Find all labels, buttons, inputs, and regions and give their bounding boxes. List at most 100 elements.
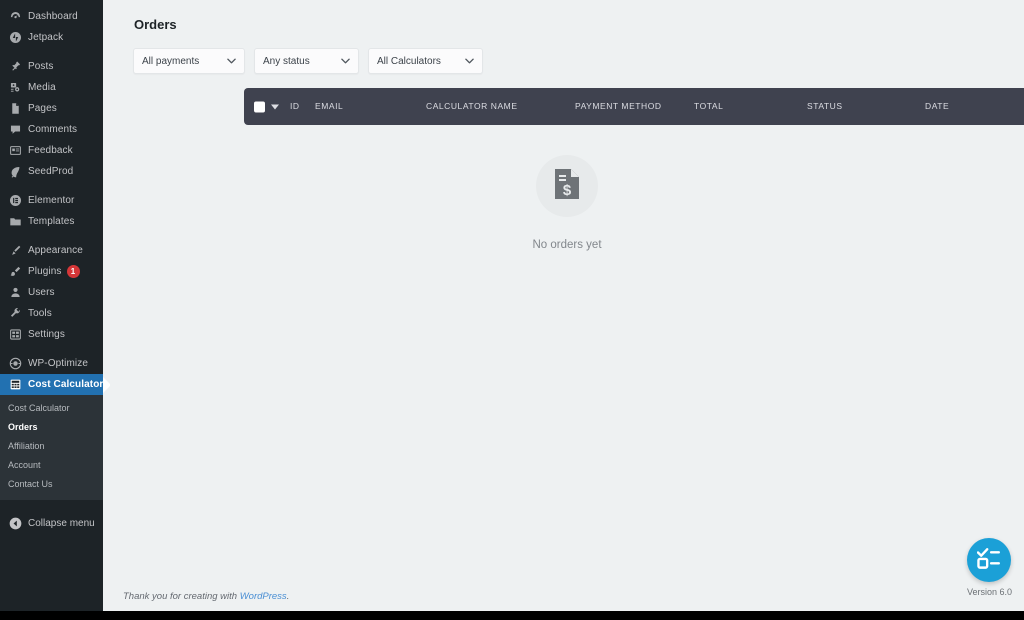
- dashboard-icon: [8, 10, 22, 24]
- bottom-bar: [0, 611, 1024, 620]
- sidebar-item-label: Settings: [28, 329, 65, 340]
- submenu-item-cost-calculator[interactable]: Cost Calculator: [0, 399, 103, 418]
- filter-select-status[interactable]: Any status: [254, 48, 359, 74]
- footer-thanks-suffix: .: [286, 591, 290, 602]
- sidebar-item-label: Cost Calculator: [28, 379, 104, 390]
- sidebar-item-label: Jetpack: [28, 32, 64, 43]
- select-all-control[interactable]: [254, 101, 279, 112]
- sidebar-item-label: Posts: [28, 61, 54, 72]
- sidebar-item-templates[interactable]: Templates: [0, 211, 103, 232]
- sidebar-item-posts[interactable]: Posts: [0, 56, 103, 77]
- sidebar-item-wp-optimize[interactable]: WP-Optimize: [0, 353, 103, 374]
- media-icon: [8, 81, 22, 95]
- admin-footer: Thank you for creating with WordPress.: [123, 591, 289, 602]
- sidebar-item-label: Pages: [28, 103, 57, 114]
- footer-thanks-prefix: Thank you for creating with: [123, 591, 240, 602]
- filter-select-payments[interactable]: All payments: [133, 48, 245, 74]
- sidebar-item-cost-calculator[interactable]: Cost Calculator: [0, 374, 111, 395]
- empty-state-text: No orders yet: [532, 239, 602, 251]
- chevron-down-icon[interactable]: [341, 57, 350, 66]
- collapse-menu-label: Collapse menu: [28, 517, 95, 529]
- sidebar-item-label: Templates: [28, 216, 75, 227]
- admin-screen: Dashboard Jetpack Posts Media Pages Comments F…: [0, 0, 1024, 620]
- collapse-menu-button[interactable]: Collapse menu: [0, 512, 103, 534]
- admin-sidebar: Dashboard Jetpack Posts Media Pages Comments F…: [0, 0, 111, 611]
- submenu-item-contact-us[interactable]: Contact Us: [0, 475, 103, 494]
- collapse-icon: [8, 516, 22, 530]
- column-header-total[interactable]: TOTAL: [694, 88, 723, 125]
- checklist-fab-button[interactable]: [967, 538, 1012, 582]
- sidebar-menu: Dashboard Jetpack Posts Media Pages Comments F…: [0, 6, 111, 395]
- sidebar-item-label: Appearance: [28, 245, 83, 256]
- comments-icon: [8, 123, 22, 137]
- submenu-item-affiliation[interactable]: Affiliation: [0, 437, 103, 456]
- sidebar-item-label: Elementor: [28, 195, 75, 206]
- sidebar-item-media[interactable]: Media: [0, 77, 103, 98]
- chevron-down-icon[interactable]: [227, 57, 236, 66]
- sidebar-item-seedprod[interactable]: SeedProd: [0, 161, 103, 182]
- sidebar-item-label: Media: [28, 82, 56, 93]
- cost-calculator-submenu: Cost Calculator Orders Affiliation Account C…: [0, 395, 103, 500]
- page-title: Orders: [134, 17, 177, 32]
- invoice-dollar-icon: $: [553, 168, 581, 205]
- main-content: Orders All payments Any status All Calcula…: [110, 0, 1024, 611]
- column-header-calculator-name[interactable]: CALCULATOR NAME: [426, 88, 518, 125]
- sidebar-item-elementor[interactable]: Elementor: [0, 190, 103, 211]
- sidebar-item-feedback[interactable]: Feedback: [0, 140, 103, 161]
- filter-bar: All payments Any status All Calculators: [133, 48, 483, 74]
- sidebar-item-settings[interactable]: Settings: [0, 324, 103, 345]
- column-header-date[interactable]: DATE: [925, 88, 949, 125]
- support-widget: Version 6.0: [967, 538, 1012, 597]
- sidebar-item-comments[interactable]: Comments: [0, 119, 103, 140]
- brush-icon: [8, 244, 22, 258]
- checklist-icon: [977, 547, 1001, 574]
- submenu-item-orders[interactable]: Orders: [0, 418, 103, 437]
- column-header-email[interactable]: EMAIL: [315, 88, 343, 125]
- sidebar-item-label: Plugins: [28, 266, 62, 277]
- column-header-id[interactable]: ID: [290, 88, 300, 125]
- wrench-icon: [8, 307, 22, 321]
- sidebar-item-pages[interactable]: Pages: [0, 98, 103, 119]
- pages-icon: [8, 102, 22, 116]
- sidebar-item-label: SeedProd: [28, 166, 74, 177]
- version-label: Version 6.0: [966, 587, 1012, 597]
- sidebar-item-label: Comments: [28, 124, 78, 135]
- svg-text:$: $: [563, 182, 572, 199]
- sidebar-item-jetpack[interactable]: Jetpack: [0, 27, 103, 48]
- jetpack-icon: [8, 31, 22, 45]
- checkbox-icon[interactable]: [254, 101, 265, 112]
- seedprod-icon: [8, 165, 22, 179]
- eye-icon: [8, 357, 22, 371]
- settings-icon: [8, 328, 22, 342]
- filter-select-calculators[interactable]: All Calculators: [368, 48, 483, 74]
- sidebar-item-users[interactable]: Users: [0, 282, 103, 303]
- sidebar-item-dashboard[interactable]: Dashboard: [0, 6, 103, 27]
- elementor-icon: [8, 194, 22, 208]
- sidebar-item-plugins[interactable]: Plugins 1: [0, 261, 103, 282]
- filter-select-value: All Calculators: [377, 55, 441, 67]
- sidebar-item-tools[interactable]: Tools: [0, 303, 103, 324]
- plugin-icon: [8, 265, 22, 279]
- filter-select-value: All payments: [142, 55, 200, 67]
- submenu-item-account[interactable]: Account: [0, 456, 103, 475]
- sidebar-item-label: Users: [28, 287, 55, 298]
- pin-icon: [8, 60, 22, 74]
- sidebar-item-label: Feedback: [28, 145, 73, 156]
- feedback-icon: [8, 144, 22, 158]
- filter-select-value: Any status: [263, 55, 310, 67]
- column-header-status[interactable]: STATUS: [807, 88, 843, 125]
- sidebar-item-label: WP-Optimize: [28, 358, 88, 369]
- calculator-icon: [8, 378, 22, 392]
- chevron-down-icon[interactable]: [465, 57, 474, 66]
- column-header-payment-method[interactable]: PAYMENT METHOD: [575, 88, 662, 125]
- sidebar-item-label: Tools: [28, 308, 52, 319]
- wordpress-link[interactable]: WordPress: [240, 591, 287, 602]
- chevron-down-icon[interactable]: [271, 104, 279, 109]
- sidebar-item-label: Dashboard: [28, 11, 78, 22]
- sidebar-item-appearance[interactable]: Appearance: [0, 240, 103, 261]
- orders-table-header: ID EMAIL CALCULATOR NAME PAYMENT METHOD TOTA…: [244, 88, 1024, 125]
- empty-state-circle: $: [536, 155, 598, 217]
- sidebar-item-badge: 1: [66, 265, 80, 278]
- users-icon: [8, 286, 22, 300]
- folder-icon: [8, 215, 22, 229]
